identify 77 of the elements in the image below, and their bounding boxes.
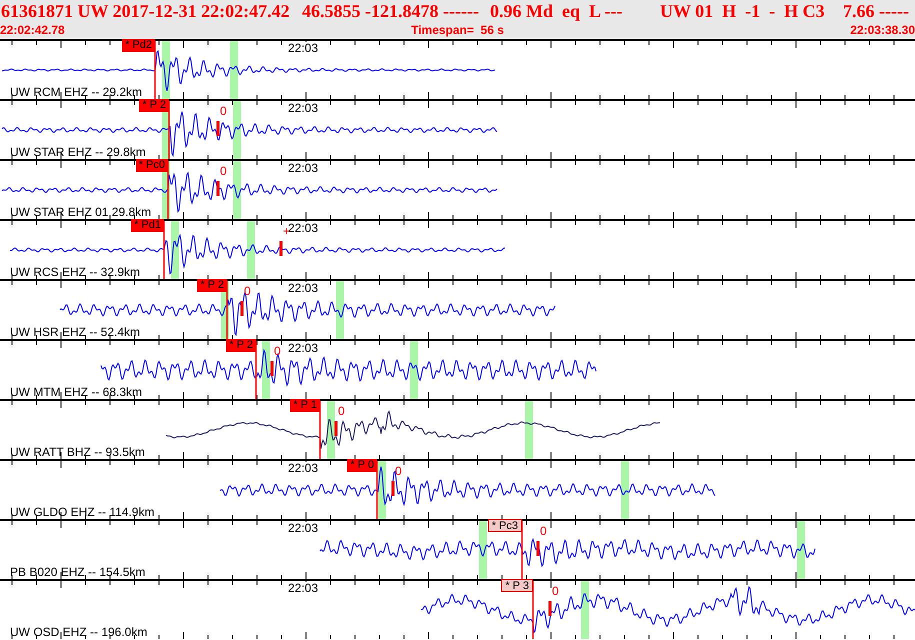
pick-line: [163, 221, 165, 279]
pick-flag[interactable]: * P 3: [501, 579, 533, 592]
amplitude-marker: 0: [244, 285, 251, 297]
phase-window: [247, 221, 255, 279]
amplitude-marker: 0: [220, 105, 227, 117]
station-label: UW MTM EHZ -- 68.3km: [10, 386, 142, 399]
amplitude-marker: 0: [552, 585, 559, 597]
phase-window: [410, 341, 418, 399]
pick-line: [226, 281, 228, 339]
pick-flag[interactable]: * Pd1: [131, 219, 164, 232]
time-label: 22:03: [288, 102, 318, 115]
header-field: 61361871 UW 2017-12-31 22:02:47.42: [1, 0, 290, 22]
amplitude-mark: [270, 361, 274, 376]
amplitude-marker: 0: [274, 345, 281, 357]
header-field: 7.66 -----: [843, 0, 909, 22]
phase-window: [621, 461, 629, 519]
time-label: 22:03: [288, 222, 318, 235]
time-label: 22:03: [288, 42, 318, 55]
time-label: 22:03: [288, 582, 318, 595]
pick-flag[interactable]: * P 2: [139, 99, 169, 112]
start-time: 22:02:42.78: [0, 22, 65, 39]
station-label: UW RATT BHZ -- 93.5km: [10, 446, 145, 459]
pick-line: [376, 461, 378, 519]
pick-line: [521, 521, 523, 579]
amplitude-marker: 0: [395, 465, 402, 477]
pick-flag[interactable]: * Pc0: [136, 159, 168, 172]
amplitude-mark: [216, 121, 220, 136]
amplitude-mark: [280, 241, 282, 256]
station-label: UW GLDO EHZ -- 114.9km: [10, 506, 154, 519]
pick-line: [319, 401, 321, 459]
phase-window: [171, 221, 179, 279]
station-label: UW STAR EHZ 01 29.8km: [10, 206, 152, 219]
amplitude-marker: 0: [220, 165, 227, 177]
station-label: UW RCM EHZ -- 29.2km: [10, 86, 142, 99]
station-label: UW OSD EHZ -- 196.0km: [10, 626, 148, 639]
amplitude-mark: [334, 421, 338, 436]
amplitude-mark: [216, 181, 220, 196]
phase-window: [479, 521, 487, 579]
time-label: 22:03: [288, 462, 318, 475]
phase-window: [233, 101, 241, 159]
amplitude-mark: [240, 301, 244, 316]
pick-flag[interactable]: * P 2: [197, 279, 227, 292]
pick-flag[interactable]: * P 0: [347, 459, 377, 472]
phase-window: [327, 401, 335, 459]
phase-window: [336, 281, 344, 339]
phase-window: [230, 41, 238, 99]
time-label: 22:03: [288, 342, 318, 355]
pick-flag[interactable]: * P 2: [226, 339, 256, 352]
header-field: 46.5855 -121.8478 ------: [302, 0, 479, 22]
header-field: 0.96 Md eq L ---: [490, 0, 622, 22]
pick-line: [154, 41, 156, 99]
amplitude-mark: [536, 541, 540, 556]
station-label: UW HSR EHZ -- 52.4km: [10, 326, 140, 339]
station-label: UW RCS EHZ -- 32.9km: [10, 266, 140, 279]
timespan: Timespan= 56 s: [411, 22, 504, 39]
amplitude-marker: 0: [540, 525, 547, 537]
amplitude-mark: [548, 601, 552, 616]
phase-window: [525, 401, 533, 459]
station-label: PB B020 EHZ -- 154.5km: [10, 566, 146, 579]
pick-line: [167, 161, 169, 219]
header-field: UW 01 H -1 - H C3: [660, 0, 825, 22]
time-label: 22:03: [288, 522, 318, 535]
phase-window: [233, 161, 241, 219]
phase-window: [797, 521, 805, 579]
amplitude-mark: [392, 481, 394, 496]
pick-flag[interactable]: * Pd2: [122, 39, 155, 52]
end-time: 22:03:38.30: [850, 22, 915, 39]
pick-line: [168, 101, 170, 159]
pick-flag[interactable]: * Pc3: [488, 519, 522, 532]
phase-window: [581, 581, 589, 639]
station-label: UW STAR EHZ -- 29.8km: [10, 146, 146, 159]
pick-line: [532, 581, 534, 639]
pick-flag[interactable]: * P 1: [290, 399, 320, 412]
time-label: 22:03: [288, 162, 318, 175]
time-label: 22:03: [288, 282, 318, 295]
amplitude-marker: 0: [338, 405, 345, 417]
pick-line: [255, 341, 257, 399]
